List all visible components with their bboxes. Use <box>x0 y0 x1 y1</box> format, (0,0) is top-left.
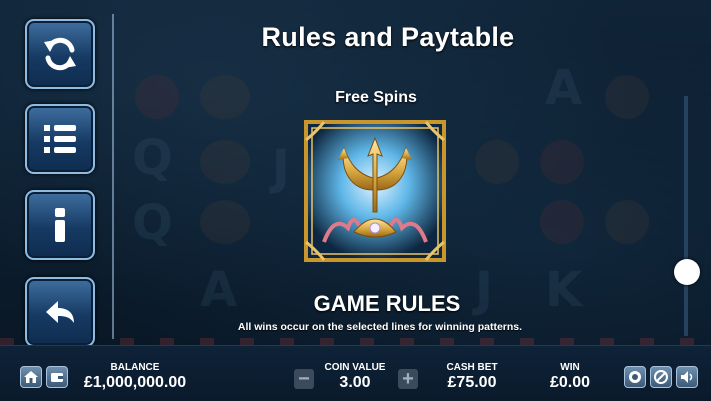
cash-bet-label: CASH BET <box>446 362 498 373</box>
scrollbar-track[interactable] <box>684 96 688 336</box>
coin-value: 3.00 <box>339 374 371 391</box>
wallet-button[interactable] <box>46 366 68 388</box>
bottom-bar: BALANCE £1,000,000.00 − COIN VALUE 3.00 … <box>0 345 711 401</box>
home-button[interactable] <box>20 366 42 388</box>
coin-plus-button[interactable]: + <box>398 369 418 389</box>
rules-text: All wins occur on the selected lines for… <box>237 321 523 333</box>
menu-divider <box>112 14 114 339</box>
fullscreen-button[interactable] <box>624 366 646 388</box>
rules-heading: GAME RULES <box>313 291 461 316</box>
wallet-icon <box>51 373 63 382</box>
coin-minus-button[interactable]: − <box>294 369 314 389</box>
free-spins-symbol <box>304 120 446 262</box>
scrollbar-thumb[interactable] <box>674 259 700 285</box>
fullscreen-icon <box>629 371 641 383</box>
settings-button[interactable] <box>650 366 672 388</box>
balance-label: BALANCE <box>110 362 160 373</box>
coin-value-label: COIN VALUE <box>324 362 386 373</box>
balance-value: £1,000,000.00 <box>83 374 187 391</box>
refresh-icon <box>44 37 76 71</box>
list-icon <box>44 125 76 153</box>
info-button[interactable] <box>25 190 95 260</box>
cash-bet-value: £75.00 <box>447 374 497 391</box>
back-button[interactable] <box>25 277 95 347</box>
settings-icon <box>654 370 668 384</box>
sound-icon <box>681 371 693 383</box>
home-icon <box>24 371 38 383</box>
trident-icon <box>304 120 446 262</box>
back-arrow-icon <box>46 301 74 323</box>
section-title: Free Spins <box>335 89 417 106</box>
win-value: £0.00 <box>549 374 591 391</box>
sound-button[interactable] <box>676 366 698 388</box>
win-label: WIN <box>560 362 580 373</box>
page-title: Rules and Paytable <box>261 22 515 52</box>
refresh-button[interactable] <box>25 19 95 89</box>
paytable-list-button[interactable] <box>25 104 95 174</box>
info-icon <box>55 208 65 242</box>
